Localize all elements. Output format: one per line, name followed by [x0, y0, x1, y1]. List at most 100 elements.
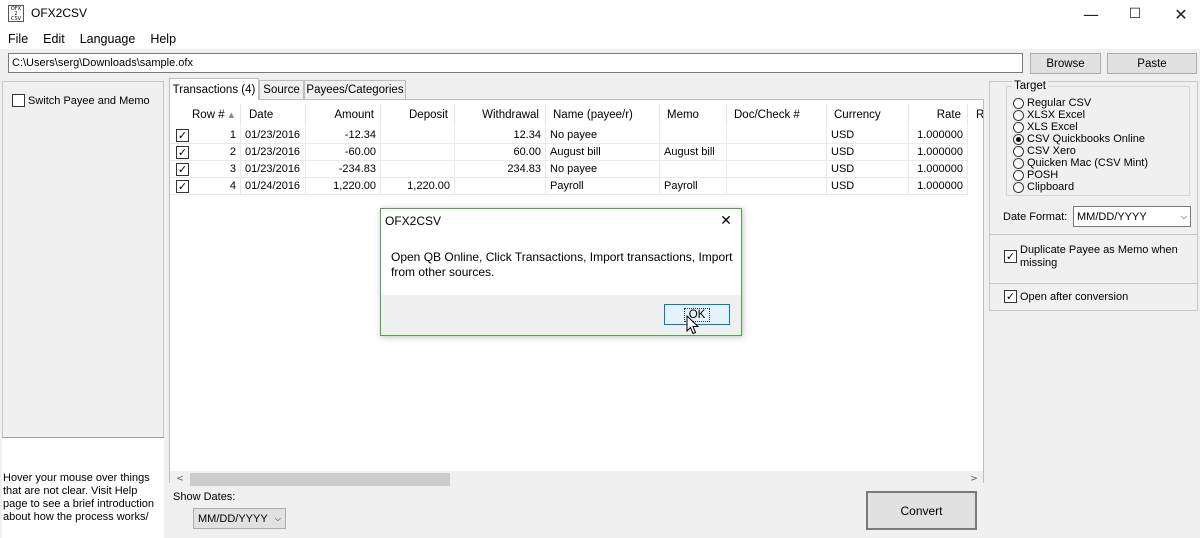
target-option[interactable]: Clipboard — [1013, 181, 1074, 193]
cell-doc-check — [727, 127, 827, 144]
cell-amount: -234.83 — [306, 161, 381, 178]
target-option[interactable]: POSH — [1013, 169, 1058, 181]
menu-help[interactable]: Help — [150, 32, 176, 46]
target-option[interactable]: XLS Excel — [1013, 121, 1078, 133]
cell-memo — [660, 161, 727, 178]
app-icon: OFX 2 CSV — [8, 5, 24, 22]
radio-button[interactable] — [1013, 109, 1024, 121]
radio-button[interactable] — [1013, 145, 1024, 157]
duplicate-payee-option[interactable]: ✓ Duplicate Payee as Memo when missing — [1004, 244, 1194, 270]
menu-file[interactable]: File — [8, 32, 28, 46]
divider — [989, 283, 1198, 284]
open-after-option[interactable]: ✓ Open after conversion — [1004, 290, 1128, 303]
cell-rate: 1.000000 — [909, 144, 968, 161]
dialog-title: OFX2CSV — [385, 214, 442, 228]
show-dates-select[interactable]: MM/DD/YYYY ⌵ — [193, 508, 286, 529]
column-header-rate[interactable]: Rate — [909, 104, 968, 126]
date-format-label: Date Format: — [1003, 211, 1068, 223]
file-path-input[interactable] — [8, 53, 1023, 73]
tab-source[interactable]: Source — [259, 80, 304, 99]
row-checkbox[interactable]: ✓ — [176, 146, 189, 159]
date-format-value: MM/DD/YYYY — [1077, 210, 1147, 223]
radio-button[interactable] — [1013, 157, 1024, 169]
cell-doc-check — [727, 161, 827, 178]
table-row[interactable]: 4 01/24/2016 1,220.00 1,220.00 Payroll Payrol… — [170, 178, 983, 195]
mouse-cursor-icon — [686, 315, 700, 335]
cell-deposit — [381, 161, 455, 178]
browse-button[interactable]: Browse — [1030, 53, 1101, 74]
target-option-label: XLS Excel — [1027, 121, 1078, 133]
date-format-select[interactable]: MM/DD/YYYY ⌵ — [1073, 206, 1191, 227]
target-option-label: CSV Quickbooks Online — [1027, 133, 1145, 145]
close-button[interactable]: ✕ — [1158, 0, 1200, 28]
target-legend: Target — [1012, 80, 1048, 92]
radio-button[interactable] — [1013, 97, 1024, 109]
column-header-name[interactable]: Name (payee/r) — [546, 104, 660, 126]
target-option-label: Regular CSV — [1027, 97, 1092, 109]
switch-payee-memo-option[interactable]: Switch Payee and Memo — [12, 94, 150, 107]
column-header-r[interactable]: R — [968, 104, 983, 126]
duplicate-payee-checkbox[interactable]: ✓ — [1004, 250, 1017, 263]
switch-payee-memo-checkbox[interactable] — [12, 94, 25, 107]
cell-withdrawal — [455, 178, 546, 195]
row-checkbox[interactable]: ✓ — [176, 163, 189, 176]
menu-language[interactable]: Language — [80, 32, 136, 46]
horizontal-scrollbar-thumb[interactable] — [190, 473, 450, 486]
scroll-right-icon[interactable]: > — [968, 471, 980, 487]
row-checkbox[interactable]: ✓ — [176, 129, 189, 142]
cell-amount: -12.34 — [306, 127, 381, 144]
cell-rate: 1.000000 — [909, 178, 968, 195]
dialog-message: Open QB Online, Click Transactions, Impo… — [391, 250, 733, 279]
chevron-down-icon: ⌵ — [274, 513, 281, 523]
table-row[interactable]: 3 01/23/2016 -234.83 234.83 No payee USD 1.000… — [170, 161, 983, 178]
radio-button[interactable] — [1013, 121, 1024, 133]
cell-withdrawal: 234.83 — [455, 161, 546, 178]
paste-button[interactable]: Paste — [1107, 53, 1197, 74]
divider — [989, 234, 1198, 235]
table-row[interactable]: 1 01/23/2016 -12.34 12.34 No payee USD 1.00000… — [170, 127, 983, 144]
target-option[interactable]: Regular CSV — [1013, 97, 1091, 109]
tab-payees-categories[interactable]: Payees/Categories — [304, 80, 406, 99]
maximize-button[interactable]: ☐ — [1112, 0, 1158, 28]
column-header-date[interactable]: Date — [241, 104, 306, 126]
cell-doc-check — [727, 178, 827, 195]
show-dates-label: Show Dates: — [173, 491, 236, 503]
dialog-close-icon[interactable]: ✕ — [716, 211, 736, 231]
column-header-doc-check[interactable]: Doc/Check # — [727, 104, 827, 126]
hint-text: Hover your mouse over things that are no… — [3, 472, 155, 523]
target-option[interactable]: XLSX Excel — [1013, 109, 1085, 121]
open-after-label: Open after conversion — [1020, 290, 1129, 303]
column-header-row[interactable]: Row # ▲ — [170, 104, 241, 126]
target-option[interactable]: Quicken Mac (CSV Mint) — [1013, 157, 1148, 169]
row-checkbox[interactable]: ✓ — [176, 180, 189, 193]
radio-button[interactable] — [1013, 133, 1024, 145]
target-option-label: Clipboard — [1027, 181, 1075, 193]
duplicate-payee-label: Duplicate Payee as Memo when missing — [1020, 244, 1178, 269]
column-header-withdrawal[interactable]: Withdrawal — [455, 104, 546, 126]
menu-edit[interactable]: Edit — [43, 32, 65, 46]
radio-button[interactable] — [1013, 169, 1024, 181]
cell-name: No payee — [546, 127, 660, 144]
minimize-button[interactable]: — — [1068, 0, 1114, 28]
cell-amount: 1,220.00 — [306, 178, 381, 195]
column-header-currency[interactable]: Currency — [827, 104, 909, 126]
convert-button[interactable]: Convert — [866, 491, 977, 530]
table-row[interactable]: 2 01/23/2016 -60.00 60.00 August bill August … — [170, 144, 983, 161]
radio-button[interactable] — [1013, 181, 1024, 193]
cell-deposit — [381, 127, 455, 144]
tab-transactions[interactable]: Transactions (4) — [169, 78, 259, 100]
cell-withdrawal: 12.34 — [455, 127, 546, 144]
target-option[interactable]: CSV Quickbooks Online — [1013, 133, 1145, 145]
scroll-left-icon[interactable]: < — [174, 471, 186, 487]
cell-memo: August bill — [660, 144, 727, 161]
target-option-label: POSH — [1027, 169, 1059, 181]
open-after-checkbox[interactable]: ✓ — [1004, 290, 1017, 303]
cell-withdrawal: 60.00 — [455, 144, 546, 161]
cell-amount: -60.00 — [306, 144, 381, 161]
column-header-memo[interactable]: Memo — [660, 104, 727, 126]
cell-doc-check — [727, 144, 827, 161]
target-option[interactable]: CSV Xero — [1013, 145, 1076, 157]
chevron-down-icon: ⌵ — [1180, 211, 1187, 221]
column-header-deposit[interactable]: Deposit — [381, 104, 455, 126]
column-header-amount[interactable]: Amount — [306, 104, 381, 126]
